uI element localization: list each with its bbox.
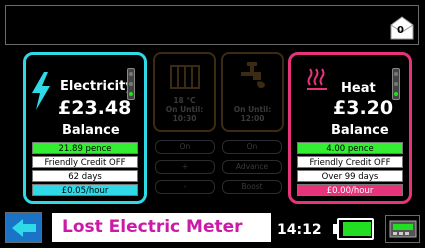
tap-icon: [241, 62, 265, 88]
messages-button[interactable]: 0: [388, 13, 416, 41]
heat-days-remaining: Over 99 days: [297, 170, 403, 182]
hot-water-advance-button[interactable]: Advance: [222, 160, 282, 174]
electricity-card[interactable]: Electricity £23.48 Balance 21.89 pence F…: [23, 52, 147, 204]
heating-increase-button[interactable]: +: [155, 160, 215, 174]
traffic-light-icon: [392, 68, 400, 100]
hot-water-on-until-time: 12:00: [240, 114, 265, 123]
back-button[interactable]: [5, 212, 42, 243]
electricity-friendly-credit: Friendly Credit OFF: [32, 156, 138, 168]
heat-waves-icon: [307, 68, 327, 90]
radiator-icon: [170, 65, 200, 89]
meter-icon: [389, 220, 417, 238]
clock: 14:12: [277, 222, 322, 238]
heat-title: Heat: [341, 81, 376, 96]
heat-friendly-credit: Friendly Credit OFF: [297, 156, 403, 168]
electricity-days-remaining: 62 days: [32, 170, 138, 182]
heating-on-until-label: On Until:: [165, 105, 204, 114]
heat-hourly-cost: £0.00/hour: [297, 184, 403, 196]
hot-water-boost-button[interactable]: Boost: [222, 180, 282, 194]
heat-card[interactable]: Heat £3.20 Balance 4.00 pence Friendly C…: [288, 52, 412, 204]
hot-water-control-panel: On Until: 12:00: [221, 52, 284, 132]
electricity-title: Electricity: [60, 79, 134, 94]
heat-unit-rate: 4.00 pence: [297, 142, 403, 154]
electricity-amount: £23.48: [58, 97, 132, 119]
heating-on-until-time: 10:30: [172, 114, 197, 123]
lightning-icon: [32, 72, 50, 110]
page-title-bar: Lost Electric Meter: [52, 213, 271, 242]
heating-temperature: 18 °C: [173, 96, 196, 105]
heating-decrease-button[interactable]: -: [155, 180, 215, 194]
heating-control-panel: 18 °C On Until: 10:30: [153, 52, 216, 132]
page-title: Lost Electric Meter: [62, 217, 243, 237]
meter-button[interactable]: [385, 215, 420, 243]
electricity-hourly-cost: £0.05/hour: [32, 184, 138, 196]
traffic-light-icon: [127, 68, 135, 100]
hot-water-on-until-label: On Until:: [233, 105, 272, 114]
heat-amount: £3.20: [333, 97, 394, 119]
back-arrow-icon: [12, 219, 36, 237]
battery-level: [343, 222, 371, 236]
hot-water-on-button[interactable]: On: [222, 140, 282, 154]
top-bar: [5, 5, 419, 45]
heating-on-button[interactable]: On: [155, 140, 215, 154]
electricity-unit-rate: 21.89 pence: [32, 142, 138, 154]
electricity-balance-label: Balance: [62, 123, 120, 138]
message-count: 0: [397, 25, 404, 36]
heat-balance-label: Balance: [331, 123, 389, 138]
